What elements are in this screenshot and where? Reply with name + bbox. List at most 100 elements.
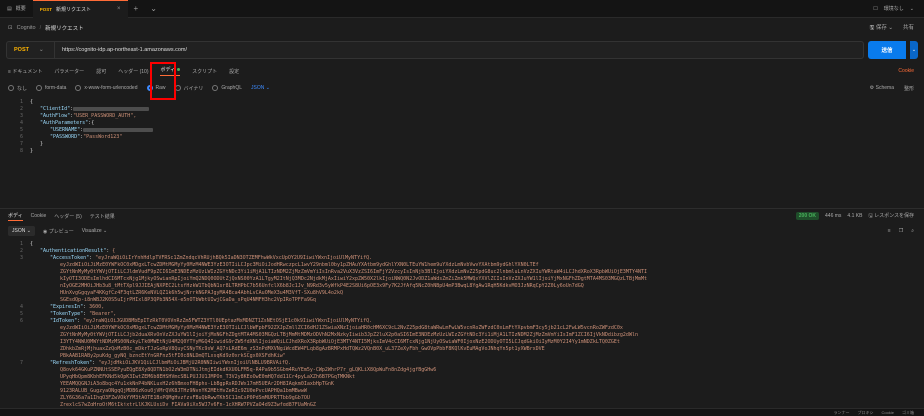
copy-icon[interactable]: ❐ bbox=[899, 228, 903, 234]
res-tab-tests[interactable]: テスト結果 bbox=[90, 213, 115, 220]
tab-docs[interactable]: ≡ ドキュメント bbox=[8, 68, 42, 75]
response-line: ZGYtNnMyMy0tYWVjOTIiLCJldmVudF9pZCI6ImE3… bbox=[60, 268, 647, 275]
response-line: ZLY6G36a7a1IhqO3FZwVOkYYM3tAOTE1BxPQMgHv… bbox=[60, 394, 310, 401]
editor-line: 5 "USERNAME": bbox=[0, 126, 924, 133]
editor-line: 6 "PASSWORD": "PassWord123" bbox=[19, 134, 123, 141]
tab-params[interactable]: パラメーター bbox=[54, 68, 84, 75]
eye-icon: ◉ bbox=[42, 228, 48, 235]
search-icon[interactable]: ⌕ bbox=[911, 228, 914, 234]
url-box: POST ⌄ https://cognito-idp.ap-northeast-… bbox=[6, 41, 864, 59]
url-input[interactable]: https://cognito-idp.ap-northeast-1.amazo… bbox=[55, 47, 187, 53]
runner-button[interactable]: ランナー bbox=[834, 410, 850, 416]
docs-icon: ≡ bbox=[8, 68, 11, 75]
environment-select[interactable]: 環境なし bbox=[884, 5, 904, 12]
response-line: eyJzdWIiOiJiMzE0YWFkOC0xMDgxLTcwZDMtMGMy… bbox=[60, 324, 623, 331]
tab-overview[interactable]: ▤ 概要 bbox=[0, 0, 33, 18]
tab-headers[interactable]: ヘッダー (10) bbox=[118, 68, 148, 75]
body-type-row: なし form-data x-www-form-urlencoded Raw バ… bbox=[0, 82, 924, 94]
close-icon[interactable]: × bbox=[117, 6, 121, 12]
breadcrumb: ⊡ Cognito / 新規リクエスト 🖫 保存 ⌄ 共有 bbox=[0, 19, 924, 37]
response-line: 2 "AuthenticationResult": { bbox=[19, 247, 116, 254]
response-line: PBkAAB1RABy2puKdg_gyNQ_bzncEtYnGRFnz5tFI… bbox=[60, 352, 286, 359]
save-button[interactable]: 🖫 保存 ⌄ bbox=[870, 23, 893, 33]
res-tab-cookies[interactable]: Cookie bbox=[31, 213, 47, 219]
cookie-link[interactable]: Cookie bbox=[898, 68, 924, 74]
request-icon: ⊡ bbox=[8, 25, 13, 31]
filter-icon[interactable]: ≡ bbox=[888, 228, 891, 234]
res-tab-body[interactable]: ボディ bbox=[8, 212, 23, 221]
response-line: YEEAMQQGNJiA3o8bqc4Yu1xkNnP4bNKLuxH2z6hB… bbox=[60, 380, 334, 387]
tab-auth[interactable]: 認可 bbox=[96, 68, 106, 75]
redacted-value bbox=[83, 127, 154, 132]
tab-label: 新規リクエスト bbox=[56, 6, 92, 13]
redacted-value bbox=[73, 106, 150, 111]
proxy-button[interactable]: プロキシ bbox=[858, 410, 874, 416]
highlight-box bbox=[150, 62, 176, 100]
tab-settings[interactable]: 設定 bbox=[229, 68, 239, 75]
response-line: ZDhkbZmRjMjhuaxZzQoMzB0c_mDkrTJzGoRpV8Qu… bbox=[60, 345, 545, 352]
radio-urlencoded[interactable]: x-www-form-urlencoded bbox=[75, 85, 138, 91]
response-format-select[interactable]: JSON ⌄ bbox=[8, 226, 35, 236]
response-line: ZGYtNnMyMy0tYWVjOTIiLCJjb2duaXRvOnVzZXJu… bbox=[60, 331, 638, 338]
request-body-editor[interactable]: 1{ 2 "ClientId": 3 "AuthFlow": "USER_PASSW… bbox=[0, 98, 924, 208]
response-line: HUnXvgGgqyaF4KKgfCz4F3qtLZR6KeNVLQZ1k6h5… bbox=[60, 289, 343, 296]
tab-bar: ▤ 概要 POST 新規リクエスト × + ⌄ ☐ 環境なし ⌄ bbox=[0, 0, 924, 18]
radio-form-data[interactable]: form-data bbox=[36, 85, 66, 91]
request-name[interactable]: 新規リクエスト bbox=[45, 24, 84, 32]
request-tabs: ≡ ドキュメント パラメーター 認可 ヘッダー (10) ボディ スクリプト 設… bbox=[0, 64, 924, 78]
breadcrumb-collection[interactable]: Cognito bbox=[17, 25, 36, 31]
response-body[interactable]: 1{2 "AuthenticationResult": {3 "AccessToke… bbox=[0, 240, 924, 407]
response-line: I3YTY4NWU0MWYtNDMzMS00NzkyLTk0MWEtNjU4M2… bbox=[60, 338, 620, 345]
editor-line: 3 "AuthFlow": "USER_PASSWORD_AUTH", bbox=[19, 112, 137, 119]
response-toolbar: JSON ⌄ ◉ プレビュー Visualize ⌄ ≡ ❐ ⌕ bbox=[0, 225, 924, 237]
response-size: 4.1 KB bbox=[847, 213, 863, 219]
divider[interactable] bbox=[0, 208, 924, 209]
response-line: 9123RALUB_GugzyaONgqQjMDB6zKou0jVMrQVK8J… bbox=[60, 387, 307, 394]
response-line: eyJzdWIiOiJiMzE0YWFkOC0xMDgxLTcwZDMtMGMy… bbox=[60, 261, 539, 268]
tab-scripts[interactable]: スクリプト bbox=[192, 68, 217, 75]
radio-binary[interactable]: バイナリ bbox=[174, 85, 203, 92]
method-select[interactable]: POST ⌄ bbox=[7, 42, 55, 58]
send-button[interactable]: 送信 bbox=[868, 41, 906, 59]
send-dropdown[interactable]: ⌄ bbox=[910, 41, 918, 59]
trash-button[interactable]: ゴミ箱 bbox=[902, 410, 914, 416]
radio-none[interactable]: なし bbox=[8, 85, 27, 92]
format-select[interactable]: JSON ⌄ bbox=[251, 85, 270, 91]
new-tab-button[interactable]: + bbox=[128, 4, 145, 13]
save-icon: 🖫 bbox=[868, 212, 873, 219]
response-line: kIyOTI3ODEsImlhdCI6MTcxNjg1MjkyOSwianRpI… bbox=[60, 275, 647, 282]
tab-label: 概要 bbox=[15, 6, 26, 12]
tab-method: POST bbox=[39, 6, 53, 12]
response-line: 7 "RefreshToken": "eyJjdHkiOiJKV1QiLCJlbm… bbox=[19, 359, 291, 366]
breadcrumb-sep: / bbox=[39, 25, 42, 31]
chevron-down-icon[interactable]: ⌄ bbox=[910, 6, 914, 12]
chevron-down-icon: ⌄ bbox=[38, 47, 44, 53]
response-line: 6 "IdToken": "eyJraWQiOiJGUDBMbEpITzRkT0V… bbox=[19, 317, 373, 324]
radio-graphql[interactable]: GraphQL bbox=[212, 85, 242, 91]
response-line: nIyOGE2MHOiJHb3u8_tMtTXpl9JJIEAjNXPEC2Lt… bbox=[60, 282, 584, 289]
preview-button[interactable]: ◉ プレビュー bbox=[43, 228, 74, 235]
editor-line: 7} bbox=[19, 141, 44, 148]
save-response-button[interactable]: 🖫 レスポンスを保存 bbox=[868, 212, 914, 221]
visualize-button[interactable]: Visualize ⌄ bbox=[82, 228, 108, 234]
response-line: 1{ bbox=[19, 240, 34, 247]
response-line: SGEsdQp-i8nWBJ2K0S5uIjrPHIxl8P3QPb3N54X-… bbox=[60, 296, 316, 303]
beautify-button[interactable]: 整形 bbox=[904, 85, 914, 92]
tab-new-request[interactable]: POST 新規リクエスト × bbox=[32, 0, 128, 18]
chevron-down-icon[interactable]: ⌄ bbox=[144, 4, 163, 13]
schema-icon: ⚙ bbox=[869, 84, 875, 91]
response-line: 5 "TokenType": "Bearer", bbox=[19, 310, 117, 317]
cookies-button[interactable]: Cookie bbox=[882, 410, 894, 416]
status-badge: 200 OK bbox=[795, 212, 820, 220]
overview-icon: ▤ bbox=[7, 5, 12, 12]
response-line: Q8ovk64GKuPZNNUtSSEPyuEQgE8Xy8QDTN1bO2zW… bbox=[60, 366, 437, 373]
modified-dot bbox=[177, 68, 181, 72]
editor-line: 2 "ClientId": bbox=[0, 105, 924, 112]
schema-button[interactable]: ⚙ Schema bbox=[870, 85, 894, 92]
share-button[interactable]: 共有 bbox=[903, 23, 914, 33]
res-tab-headers[interactable]: ヘッダー (5) bbox=[54, 213, 82, 220]
editor-line: 1{ bbox=[19, 98, 34, 105]
response-tabs: ボディ Cookie ヘッダー (5) テスト結果 200 OK 446 ms … bbox=[0, 210, 924, 222]
url-row: POST ⌄ https://cognito-idp.ap-northeast-… bbox=[6, 41, 918, 59]
response-line: UPyqHbQpm8KbhEFKNd5kOpK3IwtZEM6b8EHSHVmc… bbox=[60, 373, 356, 380]
